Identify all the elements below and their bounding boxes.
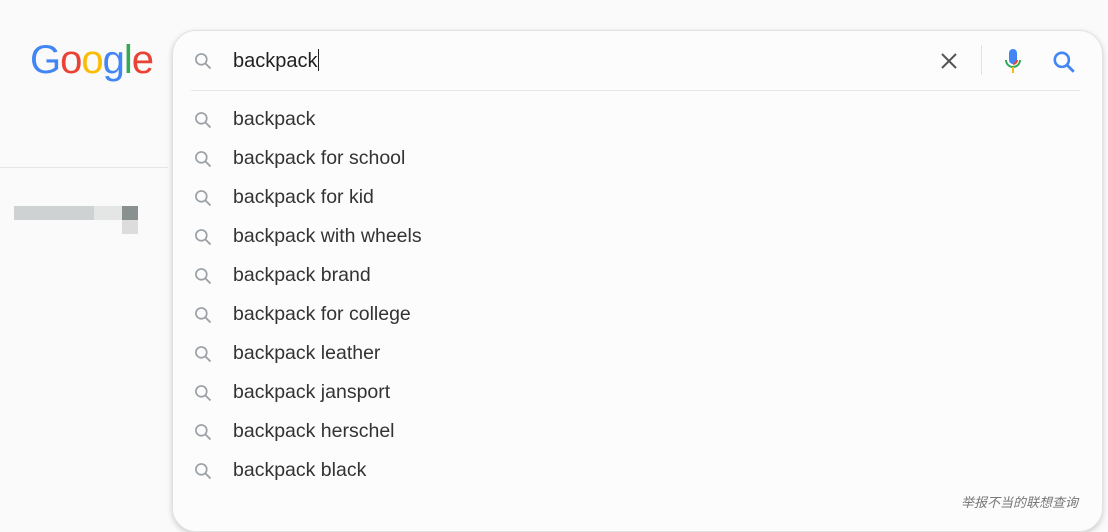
google-logo[interactable]: Google: [30, 38, 154, 83]
report-predictions-link[interactable]: 举报不当的联想查询: [961, 492, 1078, 511]
suggestion-label: backpack jansport: [233, 381, 391, 403]
suggestion-label: backpack brand: [233, 264, 371, 286]
suggestion-item[interactable]: backpack herschel: [173, 412, 1102, 451]
suggestion-label: backpack with wheels: [233, 225, 422, 247]
vertical-divider: [981, 45, 982, 75]
suggestion-item[interactable]: backpack for college: [173, 295, 1102, 334]
search-icon: [195, 229, 212, 246]
microphone-icon[interactable]: [1001, 47, 1025, 75]
text-caret: [317, 49, 319, 71]
suggestion-label: backpack for college: [233, 303, 411, 325]
suggestion-item[interactable]: backpack jansport: [173, 373, 1102, 412]
search-icon: [195, 463, 212, 480]
suggestion-item[interactable]: backpack with wheels: [173, 217, 1102, 256]
suggestion-item[interactable]: backpack for kid: [173, 178, 1102, 217]
search-icon: [195, 53, 212, 70]
suggestion-item[interactable]: backpack black: [173, 451, 1102, 490]
search-box-dropdown: backpack backpack backpack for school back…: [172, 30, 1103, 532]
suggestion-label: backpack for kid: [233, 186, 374, 208]
search-icon: [195, 346, 212, 363]
suggestion-item[interactable]: backpack for school: [173, 139, 1102, 178]
search-icon: [195, 151, 212, 168]
suggestion-item[interactable]: backpack: [173, 100, 1102, 139]
search-icon: [195, 385, 212, 402]
search-icon: [195, 268, 212, 285]
suggestion-label: backpack herschel: [233, 420, 395, 442]
suggestion-label: backpack leather: [233, 342, 381, 364]
search-input[interactable]: backpack: [233, 49, 319, 73]
suggestion-label: backpack for school: [233, 147, 406, 169]
suggestion-item[interactable]: backpack brand: [173, 256, 1102, 295]
search-icon: [195, 112, 212, 129]
dropdown-divider: [191, 90, 1080, 91]
suggestion-label: backpack: [233, 108, 316, 130]
close-icon[interactable]: [937, 49, 961, 73]
header-divider: [0, 167, 168, 168]
suggestion-label: backpack black: [233, 459, 367, 481]
search-icon: [195, 307, 212, 324]
search-button-icon[interactable]: [1051, 49, 1077, 75]
search-icon: [195, 190, 212, 207]
search-icon: [195, 424, 212, 441]
suggestion-item[interactable]: backpack leather: [173, 334, 1102, 373]
